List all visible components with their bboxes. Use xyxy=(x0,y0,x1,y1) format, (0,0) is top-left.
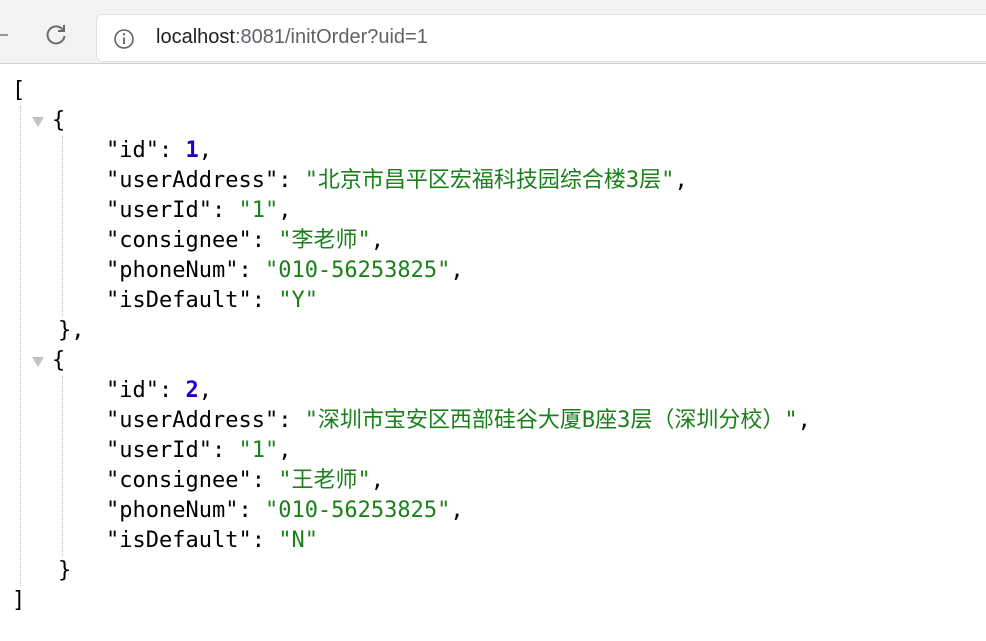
field-value: "李老师" xyxy=(278,228,371,253)
reload-icon[interactable] xyxy=(43,22,69,48)
json-field-row: "isDefault": "N" xyxy=(106,526,318,556)
field-separator: : xyxy=(238,258,265,283)
field-key: "userAddress" xyxy=(106,408,279,433)
field-separator: : xyxy=(211,438,239,463)
object-open-brace: { xyxy=(52,348,66,373)
arrow-back-icon[interactable] xyxy=(0,22,12,48)
json-field-row: "isDefault": "Y" xyxy=(106,286,318,316)
field-value: "深圳市宝安区西部硅谷大厦B座3层（深圳分校）" xyxy=(304,408,798,433)
open-bracket: [ xyxy=(12,78,26,103)
json-field-row: "id": 1, xyxy=(106,136,212,166)
json-close-bracket: ] xyxy=(12,586,25,616)
json-field-row: "phoneNum": "010-56253825", xyxy=(106,256,464,286)
field-separator: : xyxy=(251,288,279,313)
field-value: 2 xyxy=(185,378,199,403)
indent-guide xyxy=(62,136,63,316)
json-field-row: "userId": "1", xyxy=(106,196,291,226)
object-close-brace: }, xyxy=(58,318,85,343)
close-bracket: ] xyxy=(12,588,26,613)
field-key: "isDefault" xyxy=(106,288,252,313)
field-value: "N" xyxy=(278,528,318,553)
field-key: "userId" xyxy=(106,438,212,463)
field-comma: , xyxy=(674,168,688,193)
field-key: "phoneNum" xyxy=(106,498,239,523)
field-comma: , xyxy=(278,438,292,463)
field-value: "010-56253825" xyxy=(264,258,451,283)
json-object-close: }, xyxy=(58,316,85,346)
url-host: localhost xyxy=(156,26,235,48)
field-key: "consignee" xyxy=(106,228,252,253)
field-separator: : xyxy=(158,378,186,403)
json-viewer: [{"id": 1, "userAddress": "北京市昌平区宏福科技园综合楼… xyxy=(0,64,986,641)
browser-toolbar: localhost:8081/initOrder?uid=1 xyxy=(0,0,986,64)
field-separator: : xyxy=(251,468,279,493)
field-value: "Y" xyxy=(278,288,318,313)
json-object-open: { xyxy=(52,106,65,136)
field-key: "phoneNum" xyxy=(106,258,239,283)
field-value: "1" xyxy=(238,198,279,223)
collapse-toggle-icon[interactable] xyxy=(32,357,44,367)
url-path: :8081/initOrder?uid=1 xyxy=(234,26,428,48)
json-field-row: "id": 2, xyxy=(106,376,212,406)
field-separator: : xyxy=(278,168,305,193)
json-field-row: "userId": "1", xyxy=(106,436,291,466)
field-key: "isDefault" xyxy=(106,528,252,553)
field-key: "id" xyxy=(106,378,159,403)
field-value: "北京市昌平区宏福科技园综合楼3层" xyxy=(304,168,675,193)
json-open-bracket: [ xyxy=(12,76,25,106)
field-comma: , xyxy=(370,228,384,253)
url-text[interactable]: localhost:8081/initOrder?uid=1 xyxy=(156,26,428,49)
object-close-brace: } xyxy=(58,558,72,583)
field-separator: : xyxy=(251,528,279,553)
field-comma: , xyxy=(198,138,212,163)
field-separator: : xyxy=(238,498,265,523)
field-value: 1 xyxy=(185,138,199,163)
indent-guide xyxy=(62,376,63,556)
collapse-toggle-icon[interactable] xyxy=(32,117,44,127)
field-key: "consignee" xyxy=(106,468,252,493)
field-comma: , xyxy=(450,258,464,283)
field-comma: , xyxy=(450,498,464,523)
field-separator: : xyxy=(278,408,305,433)
field-comma: , xyxy=(278,198,292,223)
field-value: "1" xyxy=(238,438,279,463)
field-value: "王老师" xyxy=(278,468,371,493)
address-bar[interactable]: localhost:8081/initOrder?uid=1 xyxy=(96,14,986,62)
field-separator: : xyxy=(211,198,239,223)
json-object-open: { xyxy=(52,346,65,376)
field-key: "userId" xyxy=(106,198,212,223)
json-field-row: "userAddress": "北京市昌平区宏福科技园综合楼3层", xyxy=(106,166,688,196)
json-field-row: "userAddress": "深圳市宝安区西部硅谷大厦B座3层（深圳分校）", xyxy=(106,406,811,436)
field-value: "010-56253825" xyxy=(264,498,451,523)
field-separator: : xyxy=(251,228,279,253)
json-object-close: } xyxy=(58,556,71,586)
json-field-row: "consignee": "王老师", xyxy=(106,466,384,496)
info-icon[interactable] xyxy=(113,28,135,50)
field-comma: , xyxy=(797,408,811,433)
outer-indent-guide xyxy=(20,106,21,586)
field-key: "userAddress" xyxy=(106,168,279,193)
json-field-row: "consignee": "李老师", xyxy=(106,226,384,256)
json-field-row: "phoneNum": "010-56253825", xyxy=(106,496,464,526)
field-separator: : xyxy=(158,138,186,163)
field-comma: , xyxy=(198,378,212,403)
field-comma: , xyxy=(370,468,384,493)
object-open-brace: { xyxy=(52,108,66,133)
field-key: "id" xyxy=(106,138,159,163)
